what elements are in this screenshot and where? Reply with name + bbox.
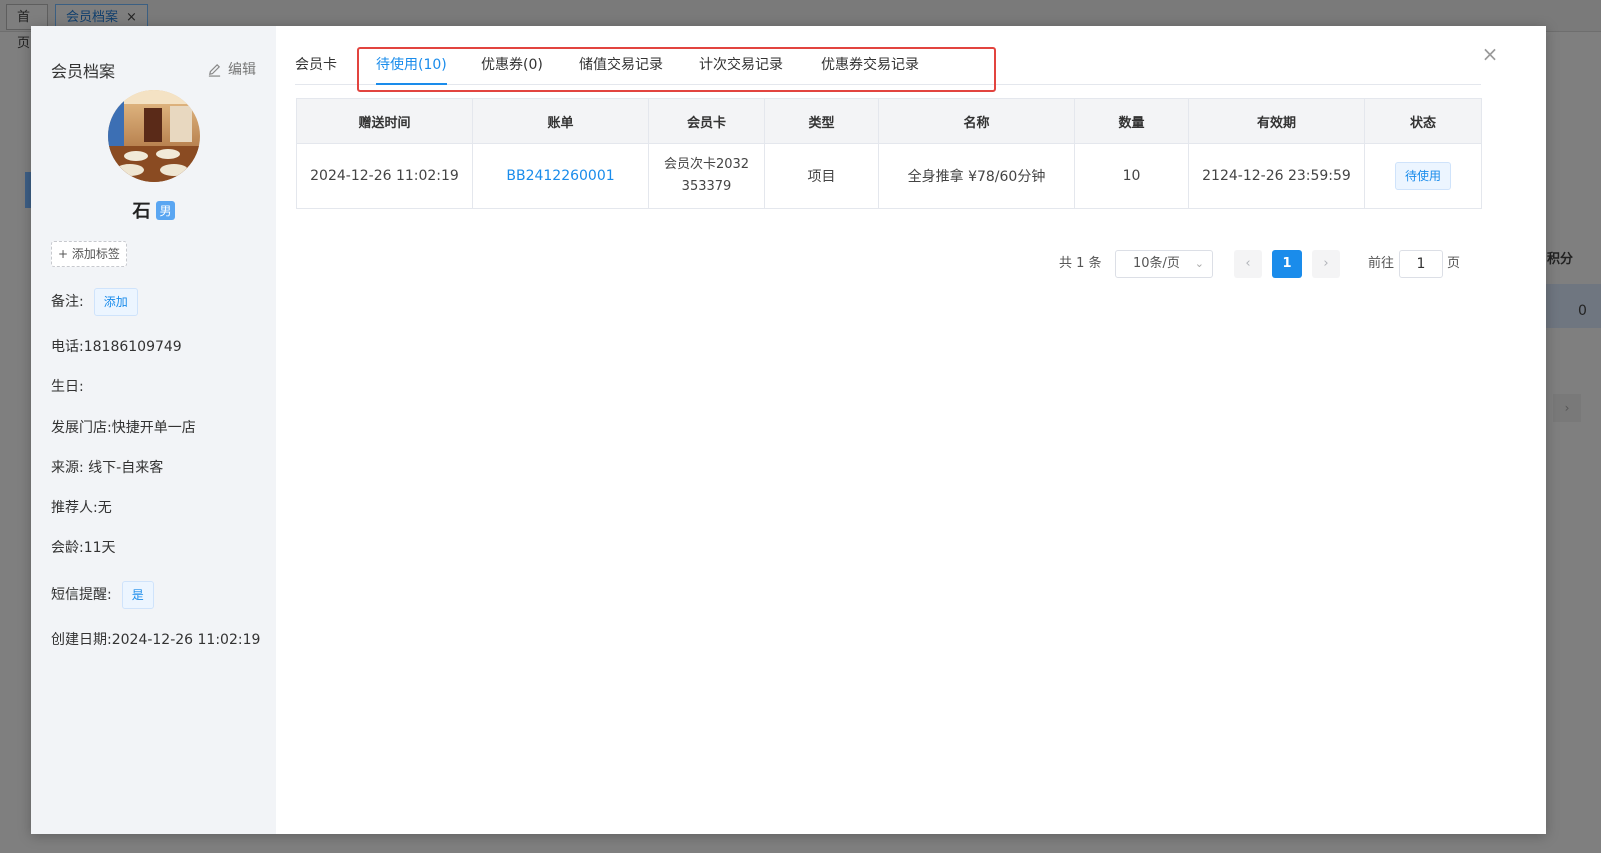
cell-member-card: 会员次卡2032353379	[648, 143, 765, 209]
background-chevron-right-icon: ›	[1553, 394, 1581, 422]
chevron-down-icon: ⌄	[1194, 257, 1204, 270]
store-info: 发展门店:快捷开单一店	[51, 420, 196, 436]
profile-title: 会员档案	[51, 62, 116, 81]
close-icon[interactable]: ×	[126, 10, 137, 25]
pagination-total: 共 1 条	[1059, 256, 1102, 271]
next-page-button[interactable]: ›	[1312, 250, 1340, 278]
column-header-gift-time: 赠送时间	[296, 98, 473, 144]
avatar	[108, 90, 200, 182]
tab-coupon-records[interactable]: 优惠券交易记录	[821, 54, 919, 84]
edit-label: 编辑	[228, 62, 256, 78]
tab-count-records[interactable]: 计次交易记录	[699, 54, 783, 84]
member-profile-dialog: 会员档案 编辑 石 男 + 添加标签 备注: 添加 电话:18186109749…	[31, 26, 1546, 834]
birthday-info: 生日:	[51, 379, 84, 395]
cell-type: 项目	[764, 143, 879, 209]
sms-reminder-row: 短信提醒: 是	[51, 581, 154, 609]
goto-page-input[interactable]	[1399, 250, 1443, 278]
member-age-info: 会龄:11天	[51, 540, 116, 556]
edit-button[interactable]: 编辑	[207, 59, 256, 79]
tab-coupons[interactable]: 优惠券(0)	[481, 54, 543, 84]
sms-reminder-value[interactable]: 是	[121, 581, 154, 609]
goto-label: 前往	[1368, 256, 1395, 271]
gender-badge: 男	[156, 201, 175, 220]
tab-member-card[interactable]: 会员卡	[295, 54, 337, 84]
table-header-row: 赠送时间 账单 会员卡 类型 名称 数量 有效期 状态	[296, 98, 1482, 144]
created-date-info: 创建日期:2024-12-26 11:02:19	[51, 632, 261, 648]
referrer-info: 推荐人:无	[51, 500, 112, 516]
cell-expiry: 2124-12-26 23:59:59	[1188, 143, 1365, 209]
cell-quantity: 10	[1074, 143, 1189, 209]
background-cell-value: 0	[1578, 303, 1587, 319]
record-tabs: 会员卡 待使用(10) 优惠券(0) 储值交易记录 计次交易记录 优惠券交易记录	[295, 54, 1481, 85]
tab-pending-use[interactable]: 待使用(10)	[376, 54, 447, 85]
page-number-current[interactable]: 1	[1272, 250, 1302, 278]
remark-row: 备注: 添加	[51, 288, 138, 316]
bill-link[interactable]: BB2412260001	[472, 143, 649, 209]
sms-reminder-label: 短信提醒:	[51, 587, 112, 603]
cell-gift-time: 2024-12-26 11:02:19	[296, 143, 473, 209]
member-name: 石	[132, 201, 151, 222]
column-header-status: 状态	[1364, 98, 1482, 144]
close-icon[interactable]: ×	[1480, 44, 1500, 64]
source-info: 来源: 线下-自来客	[51, 460, 164, 476]
pending-use-table: 赠送时间 账单 会员卡 类型 名称 数量 有效期 状态 2024-12-26 1…	[296, 98, 1482, 209]
column-header-expiry: 有效期	[1188, 98, 1365, 144]
table-row: 2024-12-26 11:02:19 BB2412260001 会员次卡203…	[296, 143, 1482, 209]
chevron-left-icon: ‹	[1245, 256, 1251, 271]
page-size-select[interactable]: 10条/页 ⌄	[1115, 250, 1213, 278]
phone-info: 电话:18186109749	[51, 339, 182, 355]
background-column-header: 积分	[1547, 252, 1574, 267]
column-header-type: 类型	[764, 98, 879, 144]
profile-panel: 会员档案 编辑 石 男 + 添加标签 备注: 添加 电话:18186109749…	[31, 26, 276, 834]
add-tag-button[interactable]: + 添加标签	[51, 241, 127, 267]
chevron-right-icon: ›	[1323, 256, 1329, 271]
cell-name: 全身推拿 ¥78/60分钟	[878, 143, 1075, 209]
status-badge: 待使用	[1394, 162, 1451, 190]
tab-stored-value-records[interactable]: 储值交易记录	[579, 54, 663, 84]
goto-suffix: 页	[1447, 256, 1461, 271]
cell-status: 待使用	[1364, 143, 1482, 209]
column-header-member-card: 会员卡	[648, 98, 765, 144]
edit-icon	[208, 63, 221, 77]
column-header-name: 名称	[878, 98, 1075, 144]
page-size-value: 10条/页	[1133, 256, 1180, 271]
member-name-row: 石男	[31, 197, 276, 223]
column-header-quantity: 数量	[1074, 98, 1189, 144]
prev-page-button[interactable]: ‹	[1234, 250, 1262, 278]
column-header-bill: 账单	[472, 98, 649, 144]
remark-label: 备注:	[51, 294, 84, 310]
add-remark-button[interactable]: 添加	[93, 288, 138, 316]
